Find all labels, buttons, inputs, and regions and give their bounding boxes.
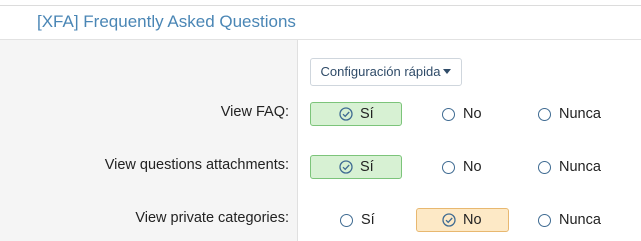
option-no-view-attachments[interactable]: No (441, 155, 483, 179)
check-circle-icon (339, 160, 353, 174)
radio-icon (442, 160, 455, 174)
check-circle-icon (339, 107, 353, 121)
section-header: [XFA] Frequently Asked Questions (0, 6, 641, 40)
quick-config-label: Configuración rápida (320, 64, 441, 79)
option-label: Sí (360, 106, 374, 122)
radio-icon (538, 107, 551, 121)
section-title: [XFA] Frequently Asked Questions (37, 12, 296, 31)
option-nunca-view-private-categories[interactable]: Nunca (537, 208, 602, 232)
radio-icon (538, 160, 551, 174)
option-label: No (463, 159, 482, 175)
radio-icon (340, 213, 353, 227)
caret-down-icon (443, 69, 452, 74)
permissions-panel: [XFA] Frequently Asked Questions Configu… (0, 0, 641, 241)
option-label: No (463, 106, 482, 122)
check-circle-icon (442, 213, 456, 227)
option-nunca-view-attachments[interactable]: Nunca (537, 155, 602, 179)
option-si-view-faq[interactable]: Sí (310, 102, 402, 126)
option-no-view-private-categories[interactable]: No (416, 208, 509, 232)
option-label: Nunca (559, 106, 601, 122)
radio-icon (538, 213, 551, 227)
radio-icon (442, 107, 455, 121)
row-label-view-faq: View FAQ: (220, 104, 289, 120)
option-label: Nunca (559, 212, 601, 228)
row-label-view-attachments: View questions attachments: (104, 157, 289, 173)
option-si-view-private-categories[interactable]: Sí (339, 208, 376, 232)
option-label: Sí (361, 212, 375, 228)
option-label: Nunca (559, 159, 601, 175)
option-nunca-view-faq[interactable]: Nunca (537, 102, 602, 126)
option-si-view-attachments[interactable]: Sí (310, 155, 402, 179)
option-no-view-faq[interactable]: No (441, 102, 483, 126)
quick-config-button[interactable]: Configuración rápida (310, 58, 462, 86)
option-label: No (463, 212, 482, 228)
row-label-view-private-categories: View private categories: (135, 210, 289, 226)
option-label: Sí (360, 159, 374, 175)
